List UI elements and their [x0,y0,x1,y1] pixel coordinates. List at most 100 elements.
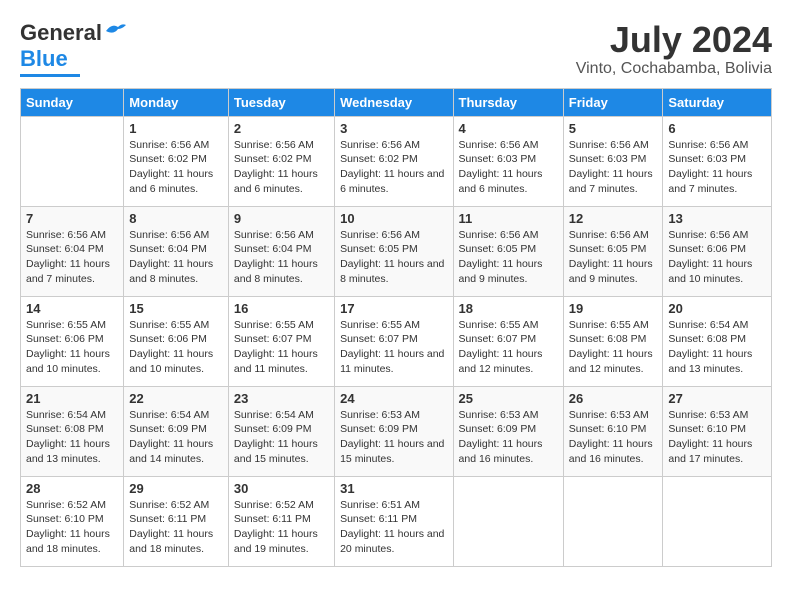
day-cell: 26 Sunrise: 6:53 AMSunset: 6:10 PMDayligh… [563,386,663,476]
day-info: Sunrise: 6:56 AMSunset: 6:05 PMDaylight:… [459,228,558,287]
day-number: 10 [340,211,447,226]
logo: General Blue [20,20,126,77]
day-number: 1 [129,121,223,136]
weekday-header-row: SundayMondayTuesdayWednesdayThursdayFrid… [21,88,772,116]
weekday-header-tuesday: Tuesday [228,88,334,116]
day-info: Sunrise: 6:52 AMSunset: 6:11 PMDaylight:… [129,498,223,557]
day-cell: 25 Sunrise: 6:53 AMSunset: 6:09 PMDayligh… [453,386,563,476]
day-cell [21,116,124,206]
day-cell: 12Sunrise: 6:56 AMSunset: 6:05 PMDayligh… [563,206,663,296]
day-info: Sunrise: 6:53 AMSunset: 6:09 PMDaylight:… [340,408,447,467]
day-info: Sunrise: 6:56 AMSunset: 6:05 PMDaylight:… [340,228,447,287]
day-cell: 11 Sunrise: 6:56 AMSunset: 6:05 PMDayligh… [453,206,563,296]
day-number: 5 [569,121,658,136]
day-info: Sunrise: 6:56 AMSunset: 6:03 PMDaylight:… [668,138,766,197]
calendar-table: SundayMondayTuesdayWednesdayThursdayFrid… [20,88,772,567]
day-cell [453,476,563,566]
day-cell: 31Sunrise: 6:51 AMSunset: 6:11 PMDayligh… [335,476,453,566]
page-header: General Blue July 2024 Vinto, Cochabamba… [20,20,772,78]
day-number: 14 [26,301,118,316]
day-number: 24 [340,391,447,406]
day-number: 15 [129,301,223,316]
day-number: 12 [569,211,658,226]
day-number: 23 [234,391,329,406]
location-subtitle: Vinto, Cochabamba, Bolivia [576,60,772,78]
day-cell: 8Sunrise: 6:56 AMSunset: 6:04 PMDaylight… [124,206,229,296]
day-info: Sunrise: 6:54 AMSunset: 6:09 PMDaylight:… [234,408,329,467]
day-number: 29 [129,481,223,496]
day-info: Sunrise: 6:52 AMSunset: 6:10 PMDaylight:… [26,498,118,557]
weekday-header-friday: Friday [563,88,663,116]
day-cell: 18 Sunrise: 6:55 AMSunset: 6:07 PMDayligh… [453,296,563,386]
day-number: 6 [668,121,766,136]
day-number: 31 [340,481,447,496]
day-cell: 17 Sunrise: 6:55 AMSunset: 6:07 PMDayligh… [335,296,453,386]
day-info: Sunrise: 6:52 AMSunset: 6:11 PMDaylight:… [234,498,329,557]
day-info: Sunrise: 6:55 AMSunset: 6:06 PMDaylight:… [129,318,223,377]
day-cell: 30 Sunrise: 6:52 AMSunset: 6:11 PMDayligh… [228,476,334,566]
day-cell: 19 Sunrise: 6:55 AMSunset: 6:08 PMDayligh… [563,296,663,386]
day-info: Sunrise: 6:56 AMSunset: 6:02 PMDaylight:… [234,138,329,197]
logo-underline [20,74,80,77]
weekday-header-wednesday: Wednesday [335,88,453,116]
day-info: Sunrise: 6:55 AMSunset: 6:06 PMDaylight:… [26,318,118,377]
week-row-5: 28 Sunrise: 6:52 AMSunset: 6:10 PMDayligh… [21,476,772,566]
day-cell: 7Sunrise: 6:56 AMSunset: 6:04 PMDaylight… [21,206,124,296]
day-number: 28 [26,481,118,496]
day-cell [663,476,772,566]
day-number: 30 [234,481,329,496]
day-info: Sunrise: 6:54 AMSunset: 6:08 PMDaylight:… [668,318,766,377]
day-cell: 5 Sunrise: 6:56 AMSunset: 6:03 PMDaylight… [563,116,663,206]
week-row-2: 7Sunrise: 6:56 AMSunset: 6:04 PMDaylight… [21,206,772,296]
logo-blue: Blue [20,46,68,71]
day-cell [563,476,663,566]
day-cell: 15 Sunrise: 6:55 AMSunset: 6:06 PMDayligh… [124,296,229,386]
logo-general: General [20,20,102,46]
day-cell: 1Sunrise: 6:56 AMSunset: 6:02 PMDaylight… [124,116,229,206]
title-section: July 2024 Vinto, Cochabamba, Bolivia [576,20,772,78]
week-row-3: 14 Sunrise: 6:55 AMSunset: 6:06 PMDayligh… [21,296,772,386]
day-info: Sunrise: 6:56 AMSunset: 6:03 PMDaylight:… [569,138,658,197]
day-info: Sunrise: 6:54 AMSunset: 6:08 PMDaylight:… [26,408,118,467]
day-cell: 9Sunrise: 6:56 AMSunset: 6:04 PMDaylight… [228,206,334,296]
day-cell: 24 Sunrise: 6:53 AMSunset: 6:09 PMDayligh… [335,386,453,476]
day-number: 26 [569,391,658,406]
week-row-4: 21 Sunrise: 6:54 AMSunset: 6:08 PMDayligh… [21,386,772,476]
day-number: 16 [234,301,329,316]
day-number: 11 [459,211,558,226]
weekday-header-thursday: Thursday [453,88,563,116]
day-number: 4 [459,121,558,136]
day-number: 2 [234,121,329,136]
day-info: Sunrise: 6:55 AMSunset: 6:07 PMDaylight:… [459,318,558,377]
day-cell: 23 Sunrise: 6:54 AMSunset: 6:09 PMDayligh… [228,386,334,476]
weekday-header-sunday: Sunday [21,88,124,116]
week-row-1: 1 Sunrise: 6:56 AMSunset: 6:02 PMDaylight… [21,116,772,206]
day-number: 21 [26,391,118,406]
day-number: 27 [668,391,766,406]
day-info: Sunrise: 6:55 AMSunset: 6:07 PMDaylight:… [340,318,447,377]
day-info: Sunrise: 6:56 AMSunset: 6:03 PMDaylight:… [459,138,558,197]
day-cell: 21 Sunrise: 6:54 AMSunset: 6:08 PMDayligh… [21,386,124,476]
day-number: 19 [569,301,658,316]
day-info: Sunrise: 6:53 AMSunset: 6:10 PMDaylight:… [668,408,766,467]
day-cell: 28 Sunrise: 6:52 AMSunset: 6:10 PMDayligh… [21,476,124,566]
day-info: Sunrise: 6:56 AMSunset: 6:06 PMDaylight:… [668,228,766,287]
day-info: Sunrise: 6:56 AMSunset: 6:04 PMDaylight:… [129,228,223,287]
day-number: 18 [459,301,558,316]
day-info: Sunrise: 6:53 AMSunset: 6:10 PMDaylight:… [569,408,658,467]
weekday-header-saturday: Saturday [663,88,772,116]
day-cell: 27 Sunrise: 6:53 AMSunset: 6:10 PMDayligh… [663,386,772,476]
day-cell: 20Sunrise: 6:54 AMSunset: 6:08 PMDayligh… [663,296,772,386]
day-cell: 4 Sunrise: 6:56 AMSunset: 6:03 PMDaylight… [453,116,563,206]
day-info: Sunrise: 6:56 AMSunset: 6:04 PMDaylight:… [26,228,118,287]
day-info: Sunrise: 6:53 AMSunset: 6:09 PMDaylight:… [459,408,558,467]
day-number: 17 [340,301,447,316]
day-cell: 2 Sunrise: 6:56 AMSunset: 6:02 PMDaylight… [228,116,334,206]
logo-bird-icon [104,21,126,41]
weekday-header-monday: Monday [124,88,229,116]
day-number: 25 [459,391,558,406]
day-cell: 29 Sunrise: 6:52 AMSunset: 6:11 PMDayligh… [124,476,229,566]
day-cell: 16Sunrise: 6:55 AMSunset: 6:07 PMDayligh… [228,296,334,386]
day-info: Sunrise: 6:55 AMSunset: 6:08 PMDaylight:… [569,318,658,377]
day-cell: 22Sunrise: 6:54 AMSunset: 6:09 PMDayligh… [124,386,229,476]
